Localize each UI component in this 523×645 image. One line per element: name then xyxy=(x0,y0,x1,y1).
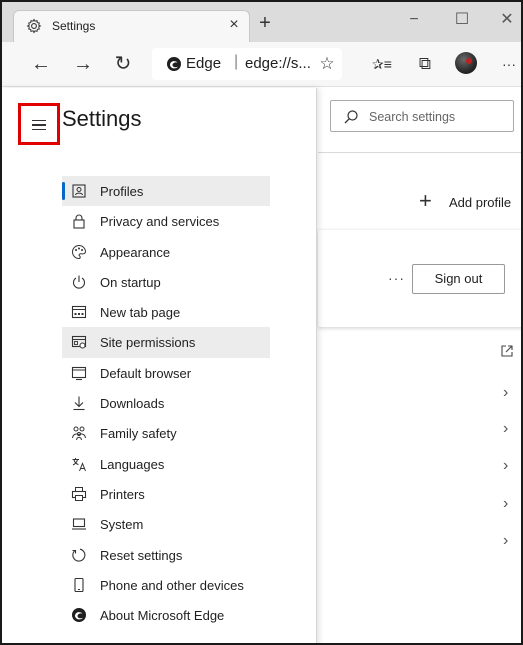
sidebar-item-label: Default browser xyxy=(100,365,192,381)
favorite-star-icon[interactable]: ☆ xyxy=(314,51,340,77)
sidebar-item-label: Reset settings xyxy=(100,547,183,563)
profile-more-button[interactable]: ··· xyxy=(388,270,405,286)
external-link-icon[interactable] xyxy=(500,344,514,358)
sidebar-item-label: Site permissions xyxy=(100,335,196,351)
tab-title: Settings xyxy=(52,19,96,33)
search-placeholder: Search settings xyxy=(369,110,456,124)
sidebar-item-label: On startup xyxy=(100,274,161,290)
gear-icon xyxy=(26,18,42,34)
close-window-button[interactable]: ✕ xyxy=(485,6,521,34)
maximize-button[interactable]: ☐ xyxy=(440,6,484,34)
search-icon xyxy=(344,110,358,124)
sidebar-item-privacy[interactable]: Privacy and services xyxy=(62,206,270,236)
lock-icon xyxy=(73,214,85,229)
add-profile-button[interactable]: + Add profile xyxy=(419,188,519,216)
sidebar-item-site-permissions[interactable]: Site permissions xyxy=(62,327,270,358)
address-toolbar: ← → ↻ Edge | edge://s... ☆ ✰≡ ⧉ ··· xyxy=(2,42,521,87)
palette-icon xyxy=(72,244,87,259)
avatar[interactable] xyxy=(455,52,477,74)
edge-icon xyxy=(72,608,86,623)
tab-settings[interactable]: Settings × xyxy=(13,10,250,42)
sidebar-item-reset-settings[interactable]: Reset settings xyxy=(62,540,270,570)
chevron-right-icon[interactable]: › xyxy=(503,457,513,475)
default-browser-icon xyxy=(71,366,87,380)
edge-logo-icon xyxy=(167,57,181,71)
sign-out-button[interactable]: Sign out xyxy=(412,264,505,294)
sidebar-item-label: Languages xyxy=(100,456,165,472)
sidebar-item-appearance[interactable]: Appearance xyxy=(62,237,270,267)
system-icon xyxy=(72,518,86,530)
sidebar-item-default-browser[interactable]: Default browser xyxy=(62,358,270,388)
add-profile-label: Add profile xyxy=(449,195,512,210)
sidebar-item-label: About Microsoft Edge xyxy=(100,608,225,624)
new-tab-page-icon xyxy=(71,306,87,319)
sidebar-item-languages[interactable]: Languages xyxy=(62,449,270,479)
chevron-right-icon[interactable]: › xyxy=(503,495,513,513)
printer-icon xyxy=(71,486,87,501)
settings-nav: Profiles Privacy and services Appearance xyxy=(62,176,270,630)
omnibox-url[interactable]: edge://s... xyxy=(245,55,311,72)
sidebar-item-family-safety[interactable]: Family safety xyxy=(62,418,270,448)
power-icon xyxy=(72,275,86,289)
plus-icon: + xyxy=(419,188,432,213)
profile-icon xyxy=(72,184,86,198)
language-icon xyxy=(72,457,86,471)
sidebar-item-label: New tab page xyxy=(100,305,181,321)
sidebar-item-profiles[interactable]: Profiles xyxy=(62,176,270,207)
browser-window: Settings × + − ☐ ✕ ← → ↻ Edge | edge://s… xyxy=(0,0,523,645)
sidebar-item-about-edge[interactable]: About Microsoft Edge xyxy=(62,600,270,630)
tab-bar: Settings × + − ☐ ✕ xyxy=(2,2,521,42)
omnibox-separator: | xyxy=(234,53,239,70)
phone-icon xyxy=(74,577,84,592)
collections-icon[interactable]: ⧉ xyxy=(412,51,438,77)
reset-icon xyxy=(72,548,86,562)
chevron-right-icon[interactable]: › xyxy=(503,420,513,438)
family-icon xyxy=(72,426,86,441)
sidebar-item-label: Printers xyxy=(100,486,145,502)
tab-close-icon[interactable]: × xyxy=(224,15,244,35)
hamburger-menu-button[interactable] xyxy=(18,103,60,145)
omnibox-brand: Edge xyxy=(186,55,222,72)
minimize-button[interactable]: − xyxy=(392,6,436,34)
back-button[interactable]: ← xyxy=(28,51,54,77)
site-permissions-icon xyxy=(71,336,87,349)
more-menu-button[interactable]: ··· xyxy=(496,51,521,77)
download-icon xyxy=(73,396,85,411)
new-tab-button[interactable]: + xyxy=(254,13,276,35)
sidebar-item-label: Family safety xyxy=(100,426,177,442)
sidebar-item-label: Phone and other devices xyxy=(100,577,244,593)
sidebar-item-system[interactable]: System xyxy=(62,509,270,539)
chevron-right-icon[interactable]: › xyxy=(503,532,513,550)
page-title: Settings xyxy=(62,106,142,131)
sidebar-item-on-startup[interactable]: On startup xyxy=(62,267,270,297)
favorites-list-icon[interactable]: ✰≡ xyxy=(367,51,397,77)
sidebar-item-label: Appearance xyxy=(100,244,171,260)
profile-card: ··· Sign out xyxy=(318,230,521,327)
sidebar-item-downloads[interactable]: Downloads xyxy=(62,388,270,418)
forward-button[interactable]: → xyxy=(70,51,96,77)
settings-sidebar: Settings Profiles Privacy and services A… xyxy=(2,88,317,643)
sidebar-item-new-tab-page[interactable]: New tab page xyxy=(62,297,270,327)
hamburger-icon xyxy=(32,120,46,130)
sidebar-item-phone-devices[interactable]: Phone and other devices xyxy=(62,570,270,600)
sidebar-item-label: Profiles xyxy=(100,184,144,199)
sidebar-item-label: Privacy and services xyxy=(100,214,220,230)
refresh-button[interactable]: ↻ xyxy=(110,51,136,77)
chevron-right-icon[interactable]: › xyxy=(503,384,513,402)
search-input[interactable]: Search settings xyxy=(330,100,514,132)
sidebar-item-label: Downloads xyxy=(100,396,165,412)
sidebar-item-label: System xyxy=(100,517,144,533)
sidebar-item-printers[interactable]: Printers xyxy=(62,479,270,509)
divider xyxy=(318,152,521,153)
